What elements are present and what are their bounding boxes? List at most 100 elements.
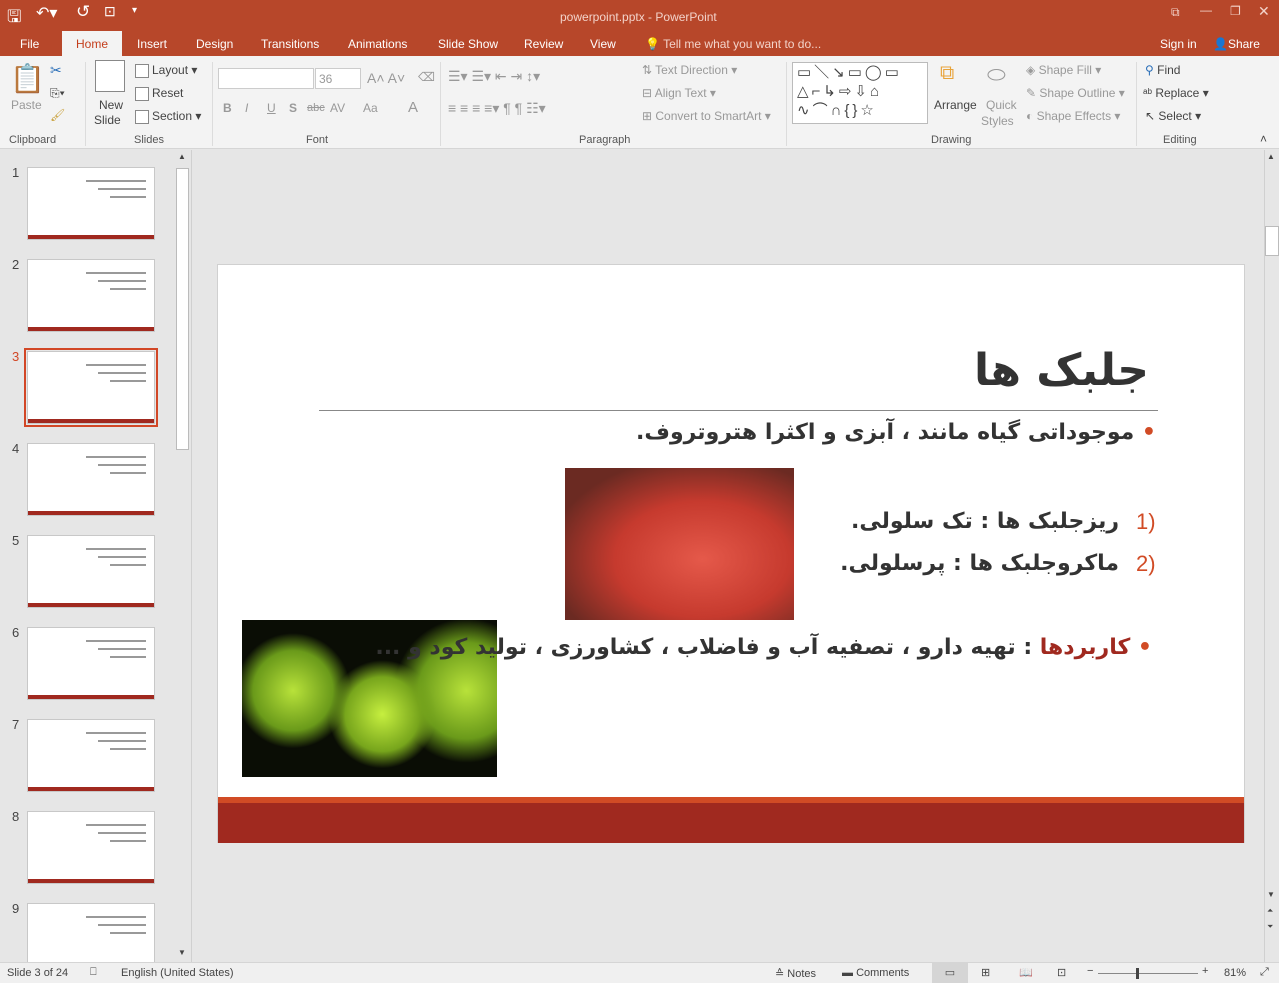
tab-home[interactable]: Home: [62, 31, 123, 56]
shapes-gallery[interactable]: ▭＼↘▭◯▭ △⌐↳⇨⇩⌂ ∿⌒∩{}☆: [792, 62, 928, 124]
scroll-up-icon[interactable]: ▲: [178, 152, 186, 161]
slideshow-view-icon[interactable]: ⊡: [1057, 966, 1066, 979]
align-icons[interactable]: ≡ ≡ ≡ ≡▾ ¶ ¶ ☷▾: [448, 100, 546, 117]
font-name-input[interactable]: [218, 68, 314, 89]
zoom-slider-thumb[interactable]: [1136, 968, 1139, 979]
collapse-ribbon-icon[interactable]: ˄: [1260, 132, 1267, 146]
shape-fill-button[interactable]: ◈ Shape Fill ▾: [1026, 63, 1101, 77]
close-icon[interactable]: ✕: [1258, 3, 1270, 20]
minimize-icon[interactable]: —: [1200, 3, 1212, 17]
bullet-2[interactable]: • کاربردها : تهیه دارو ، تصفیه آب و فاضل…: [375, 635, 1152, 660]
comments-button[interactable]: ▬ Comments: [842, 967, 909, 979]
copy-icon[interactable]: ⎘▾: [50, 86, 65, 101]
character-spacing-button[interactable]: AV: [330, 101, 345, 115]
font-color-button[interactable]: A: [408, 99, 418, 116]
tab-transitions[interactable]: Transitions: [261, 37, 319, 51]
slide-thumbnail[interactable]: [24, 348, 158, 427]
format-painter-icon[interactable]: 🖌: [50, 108, 65, 122]
customize-toolbar-icon[interactable]: ▾: [132, 5, 137, 16]
zoom-level[interactable]: 81%: [1224, 967, 1246, 979]
start-slideshow-icon[interactable]: ⊡: [104, 3, 116, 20]
slide-scrollbar[interactable]: ▲ ▼ ⏶ ⏷: [1264, 150, 1279, 962]
find-button[interactable]: ⚲ Find: [1145, 63, 1180, 77]
layout-button[interactable]: Layout ▾: [135, 63, 197, 78]
tab-slide-show[interactable]: Slide Show: [438, 37, 498, 51]
slide-thumbnail[interactable]: [27, 443, 155, 516]
grow-font-icon[interactable]: A˄ A˅: [367, 70, 405, 86]
arrange-icon[interactable]: ⧉: [940, 62, 954, 85]
paste-icon[interactable]: 📋: [10, 62, 45, 95]
new-slide-button[interactable]: New: [99, 98, 123, 112]
bullet-1[interactable]: • موجوداتی گیاه مانند ، آبزی و اکثرا هتر…: [636, 420, 1156, 445]
notes-button[interactable]: ≙ Notes: [775, 967, 816, 980]
tab-insert[interactable]: Insert: [137, 37, 167, 51]
scroll-up-icon[interactable]: ▲: [1267, 152, 1275, 161]
strikethrough-button[interactable]: abc: [307, 102, 325, 114]
convert-smartart-button[interactable]: ⊞ Convert to SmartArt ▾: [642, 109, 771, 123]
save-icon[interactable]: 🖫: [7, 4, 21, 33]
new-slide-label[interactable]: Slide: [94, 113, 121, 127]
redo-icon[interactable]: ↺: [76, 2, 90, 22]
zoom-out-icon[interactable]: −: [1087, 965, 1093, 977]
slide-sorter-icon[interactable]: ⊞: [981, 966, 990, 979]
text-direction-button[interactable]: ⇅ Text Direction ▾: [642, 63, 737, 77]
scrollbar-thumb[interactable]: [1265, 226, 1279, 256]
shape-outline-button[interactable]: ✎ Shape Outline ▾: [1026, 86, 1125, 100]
slide-thumbnail[interactable]: [27, 259, 155, 332]
arrange-button[interactable]: Arrange: [934, 98, 977, 112]
tab-file[interactable]: File: [20, 37, 39, 51]
shape-effects-button[interactable]: ◐ Shape Effects ▾: [1026, 109, 1120, 123]
reset-button[interactable]: Reset: [135, 86, 183, 101]
bullets-icon[interactable]: ☰▾ ☰▾ ⇤ ⇥ ↕▾: [448, 68, 540, 85]
spell-check-icon[interactable]: ⎕: [90, 966, 97, 979]
scroll-down-icon[interactable]: ▼: [1267, 890, 1275, 899]
normal-view-icon[interactable]: ▭: [932, 963, 968, 983]
previous-slide-icon[interactable]: ⏶: [1267, 906, 1273, 916]
paste-button[interactable]: Paste: [11, 98, 42, 112]
quick-styles-button[interactable]: Quick: [986, 98, 1017, 112]
sign-in-link[interactable]: Sign in: [1160, 37, 1197, 51]
quick-styles-icon[interactable]: ⬭: [987, 62, 1006, 88]
change-case-button[interactable]: Aa: [363, 101, 378, 115]
language-indicator[interactable]: English (United States): [121, 967, 234, 979]
undo-icon[interactable]: ↶▾: [36, 3, 57, 23]
slide-thumbnail[interactable]: [27, 719, 155, 792]
reading-view-icon[interactable]: 📖: [1019, 966, 1033, 979]
zoom-in-icon[interactable]: +: [1202, 965, 1208, 977]
scroll-down-icon[interactable]: ▼: [178, 948, 186, 957]
restore-icon[interactable]: ❐: [1230, 4, 1241, 18]
replace-button[interactable]: ᵃᵇ Replace ▾: [1143, 86, 1209, 100]
shadow-button[interactable]: S: [289, 101, 297, 115]
slide-thumbnail[interactable]: [27, 167, 155, 240]
tab-view[interactable]: View: [590, 37, 616, 51]
cut-icon[interactable]: ✂: [50, 62, 62, 79]
slide-thumbnail[interactable]: [27, 535, 155, 608]
slide-thumbnail[interactable]: [27, 811, 155, 884]
tab-review[interactable]: Review: [524, 37, 563, 51]
underline-button[interactable]: U: [267, 101, 276, 115]
list-item-1[interactable]: ریزجلبک ها : تک سلولی.: [851, 509, 1119, 534]
section-button[interactable]: Section ▾: [135, 109, 201, 124]
zoom-slider[interactable]: [1098, 968, 1198, 979]
bold-button[interactable]: B: [223, 101, 232, 115]
next-slide-icon[interactable]: ⏷: [1267, 922, 1273, 932]
tab-animations[interactable]: Animations: [348, 37, 407, 51]
align-text-button[interactable]: ⊟ Align Text ▾: [642, 86, 716, 100]
fit-to-window-icon[interactable]: ⤢: [1260, 966, 1269, 979]
quick-styles-label[interactable]: Styles: [981, 114, 1014, 128]
new-slide-icon[interactable]: [95, 60, 125, 92]
share-button[interactable]: 👤Share: [1213, 37, 1260, 51]
slide-canvas[interactable]: جلبک ها • موجوداتی گیاه مانند ، آبزی و ا…: [217, 264, 1245, 843]
thumbnail-scrollbar[interactable]: ▲ ▼: [175, 152, 190, 960]
select-button[interactable]: ↖ Select ▾: [1145, 109, 1201, 123]
italic-button[interactable]: I: [245, 101, 248, 115]
font-size-input[interactable]: 36: [315, 68, 361, 89]
ribbon-display-icon[interactable]: ⧉: [1171, 5, 1180, 20]
list-item-2[interactable]: ماکروجلبک ها : پرسلولی.: [840, 551, 1119, 576]
tab-design[interactable]: Design: [196, 37, 233, 51]
slide-title[interactable]: جلبک ها: [974, 345, 1149, 396]
slide-thumbnail[interactable]: [27, 627, 155, 700]
clear-formatting-icon[interactable]: ⌫: [418, 70, 435, 84]
tell-me-search[interactable]: 💡 Tell me what you want to do...: [645, 37, 821, 51]
scrollbar-thumb[interactable]: [176, 168, 189, 450]
